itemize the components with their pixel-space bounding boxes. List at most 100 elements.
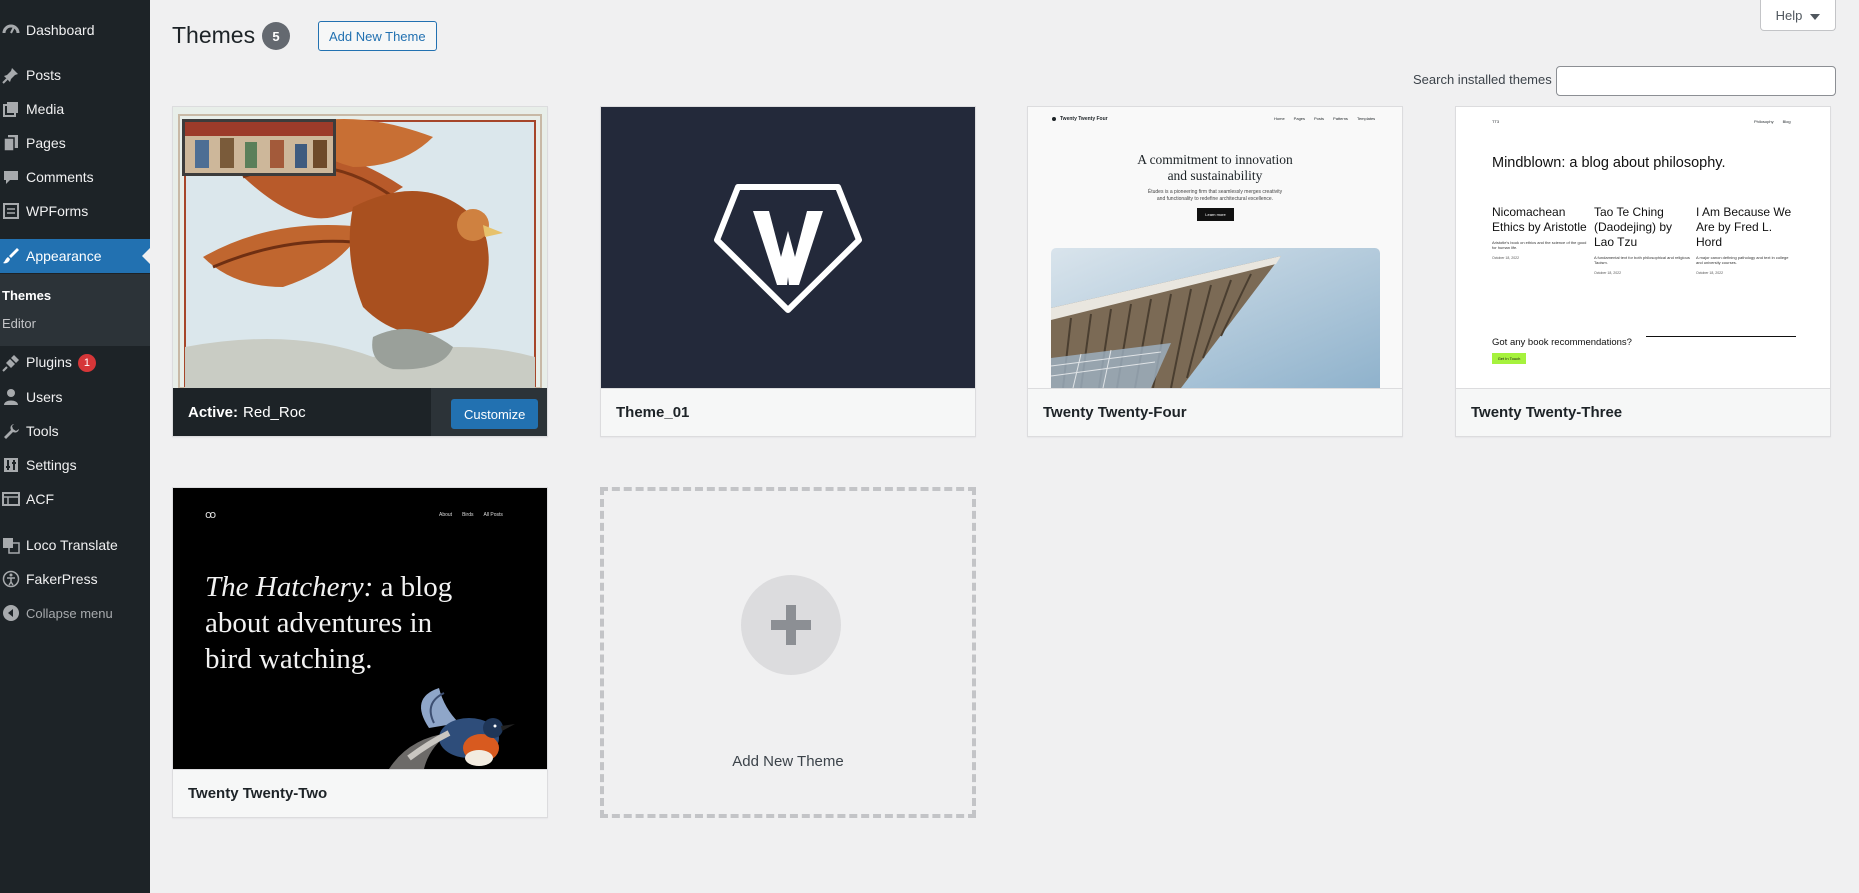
sidebar-item-pages[interactable]: Pages bbox=[0, 126, 150, 160]
sidebar-item-label: Media bbox=[26, 101, 65, 117]
ttw-headline: The Hatchery: a blog about adventures in… bbox=[205, 569, 452, 677]
sidebar-item-loco-translate[interactable]: Loco Translate bbox=[0, 528, 150, 562]
sidebar-item-dashboard[interactable]: Dashboard bbox=[0, 13, 150, 47]
comments-icon bbox=[2, 168, 20, 186]
ttf-nav-item: Templates bbox=[1356, 116, 1376, 121]
theme01-logo-icon bbox=[601, 107, 975, 388]
brush-icon bbox=[2, 247, 20, 265]
ttt-nav: Philosophy Blog bbox=[1754, 119, 1791, 124]
help-button[interactable]: Help bbox=[1760, 0, 1836, 31]
sidebar-item-fakerpress[interactable]: FakerPress bbox=[0, 562, 150, 596]
theme-name: Theme_01 bbox=[616, 404, 690, 421]
theme-card-red-roc[interactable]: Active: Red_Roc Customize bbox=[172, 106, 548, 437]
ttt-divider bbox=[1646, 336, 1796, 337]
sidebar-item-media[interactable]: Media bbox=[0, 92, 150, 126]
sidebar-item-plugins[interactable]: Plugins 1 bbox=[0, 346, 150, 380]
ttw-nav: About Birds All Posts bbox=[439, 512, 503, 518]
theme-screenshot: TT3 Philosophy Blog Mindblown: a blog ab… bbox=[1456, 107, 1830, 388]
add-new-theme-card[interactable]: Add New Theme bbox=[600, 487, 976, 818]
accessibility-icon bbox=[2, 570, 20, 588]
ttw-nav-item: Birds bbox=[462, 512, 474, 518]
bird-illustration bbox=[389, 688, 515, 769]
wrench-icon bbox=[2, 422, 20, 440]
ttf-body: Études is a pioneering firm that seamles… bbox=[1028, 189, 1402, 203]
submenu-item-editor[interactable]: Editor bbox=[2, 316, 36, 331]
ttt-nav-item: Philosophy bbox=[1754, 119, 1774, 124]
ttt-post: Nicomachean Ethics by Aristotle Aristotl… bbox=[1492, 205, 1588, 260]
sidebar-item-acf[interactable]: ACF bbox=[0, 482, 150, 516]
sidebar-item-comments[interactable]: Comments bbox=[0, 160, 150, 194]
add-new-theme-button[interactable]: Add New Theme bbox=[318, 21, 437, 51]
ttf-nav: Home Pages Posts Patterns Templates bbox=[1274, 116, 1375, 121]
ttw-headline-italic: The Hatchery: bbox=[205, 571, 374, 603]
ttt-post-title: I Am Because We Are by Fred L. Hord bbox=[1696, 205, 1792, 249]
ttt-cta: Got any book recommendations? bbox=[1492, 337, 1632, 348]
sidebar-item-label: Settings bbox=[26, 457, 77, 473]
sidebar-item-label: Tools bbox=[26, 423, 59, 439]
ttf-hero-image bbox=[1051, 248, 1380, 388]
active-label: Active: bbox=[188, 403, 239, 421]
theme-name-bar: Twenty Twenty-Two bbox=[173, 769, 547, 817]
plugins-label: Plugins bbox=[26, 353, 72, 370]
sidebar-item-label: Appearance bbox=[26, 248, 102, 264]
submenu-item-themes[interactable]: Themes bbox=[2, 288, 51, 303]
sidebar-item-wpforms[interactable]: WPForms bbox=[0, 194, 150, 228]
page-title: Themes bbox=[172, 22, 256, 48]
theme-screenshot: ꝏ About Birds All Posts The Hatchery: a … bbox=[173, 488, 547, 769]
customize-button[interactable]: Customize bbox=[451, 399, 539, 429]
sidebar-item-settings[interactable]: Settings bbox=[0, 448, 150, 482]
appearance-submenu: Themes Editor bbox=[0, 274, 150, 346]
theme-card-twenty-twenty-four[interactable]: Twenty Twenty Four Home Pages Posts Patt… bbox=[1027, 106, 1403, 437]
settings-icon bbox=[2, 456, 20, 474]
admin-sidebar: Dashboard Posts Media Pages Comments WPF… bbox=[0, 0, 150, 893]
ttf-body-line: and functionality to redefine architectu… bbox=[1156, 196, 1274, 202]
ttt-headline: Mindblown: a blog about philosophy. bbox=[1492, 155, 1726, 171]
theme-count-badge: 5 bbox=[262, 22, 290, 50]
ttt-post: I Am Because We Are by Fred L. Hord A ma… bbox=[1696, 205, 1796, 275]
sidebar-item-label: Comments bbox=[26, 169, 94, 185]
ttt-post-excerpt: A fundamental text for both philosophica… bbox=[1594, 255, 1690, 265]
sidebar-item-label: FakerPress bbox=[26, 571, 98, 587]
sidebar-item-label: Plugins 1 bbox=[26, 353, 96, 373]
collapse-icon bbox=[2, 604, 20, 622]
sidebar-item-label: Posts bbox=[26, 67, 62, 83]
theme-card-twenty-twenty-two[interactable]: ꝏ About Birds All Posts The Hatchery: a … bbox=[172, 487, 548, 818]
theme-card-theme-01[interactable]: Theme_01 bbox=[600, 106, 976, 437]
theme-screenshot: Twenty Twenty Four Home Pages Posts Patt… bbox=[1028, 107, 1402, 388]
translate-icon bbox=[2, 536, 20, 554]
ttf-site-header: Twenty Twenty Four bbox=[1052, 116, 1108, 122]
ttf-site-title: Twenty Twenty Four bbox=[1060, 116, 1108, 122]
sidebar-item-tools[interactable]: Tools bbox=[0, 414, 150, 448]
user-icon bbox=[2, 388, 20, 406]
ttt-post-date: October 18, 2022 bbox=[1594, 271, 1622, 275]
sidebar-item-appearance[interactable]: Appearance bbox=[0, 239, 150, 273]
theme-name: Red_Roc bbox=[243, 403, 306, 421]
wpforms-icon bbox=[2, 202, 20, 220]
theme-name-bar: Twenty Twenty-Four bbox=[1028, 388, 1402, 436]
help-label: Help bbox=[1775, 7, 1803, 23]
ttt-site-title: TT3 bbox=[1492, 119, 1500, 124]
update-count-badge: 1 bbox=[77, 354, 96, 373]
ttf-nav-item: Pages bbox=[1293, 116, 1306, 121]
theme-name-bar: Twenty Twenty-Three bbox=[1456, 388, 1830, 436]
collapse-menu-button[interactable]: Collapse menu bbox=[0, 596, 150, 630]
ttw-nav-item: All Posts bbox=[483, 512, 503, 518]
sidebar-item-label: Collapse menu bbox=[26, 605, 113, 621]
site-logo-icon bbox=[1052, 117, 1056, 121]
sidebar-item-label: Loco Translate bbox=[26, 537, 118, 553]
pin-icon bbox=[2, 66, 20, 84]
theme-card-twenty-twenty-three[interactable]: TT3 Philosophy Blog Mindblown: a blog ab… bbox=[1455, 106, 1831, 437]
search-label: Search installed themes bbox=[1413, 72, 1552, 87]
theme-name: Twenty Twenty-Three bbox=[1471, 404, 1623, 421]
search-installed-themes-input[interactable] bbox=[1556, 66, 1836, 96]
sidebar-item-users[interactable]: Users bbox=[0, 380, 150, 414]
ttw-nav-item: About bbox=[439, 512, 453, 518]
sidebar-item-posts[interactable]: Posts bbox=[0, 58, 150, 92]
ttf-nav-item: Patterns bbox=[1333, 116, 1348, 121]
ttt-post-excerpt: Aristotle's book on ethics and the scien… bbox=[1492, 240, 1587, 250]
ttt-post-date: October 18, 2022 bbox=[1492, 256, 1520, 260]
ttt-post: Tao Te Ching (Daodejing) by Lao Tzu A fu… bbox=[1594, 205, 1690, 275]
theme-screenshot bbox=[173, 107, 547, 388]
pages-icon bbox=[2, 134, 20, 152]
sidebar-item-label: ACF bbox=[26, 491, 54, 507]
